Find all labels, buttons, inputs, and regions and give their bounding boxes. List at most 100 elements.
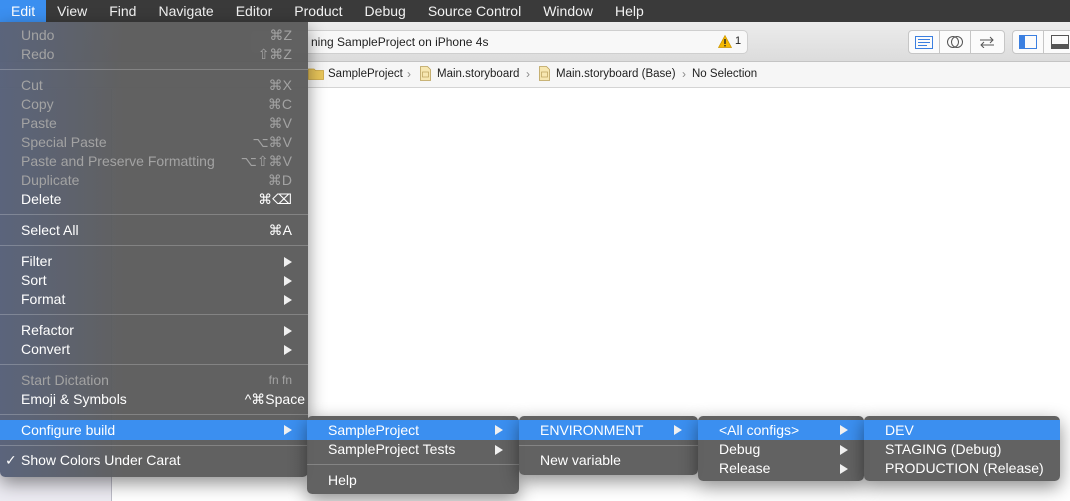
submenu-arrow-icon	[674, 425, 682, 435]
activity-status-text: ning SampleProject on iPhone 4s	[311, 35, 489, 49]
breadcrumb-storyboard-base[interactable]: Main.storyboard (Base)	[556, 68, 676, 80]
breadcrumb-separator: ›	[407, 67, 411, 81]
shortcut: ⌘X	[268, 77, 292, 93]
menu-debug[interactable]: Debug	[354, 0, 417, 22]
submenu-arrow-icon	[284, 257, 292, 267]
checkmark-icon: ✓	[5, 452, 17, 468]
menu-item-sort[interactable]: Sort	[0, 271, 308, 290]
edit-menu-dropdown: Undo ⌘Z Redo ⇧⌘Z Cut ⌘X Copy ⌘C Paste ⌘V…	[0, 22, 308, 477]
menu-navigate[interactable]: Navigate	[147, 0, 224, 22]
shortcut: fn fn	[268, 373, 292, 387]
menu-separator	[0, 364, 308, 365]
submenu-arrow-icon	[284, 326, 292, 336]
menu-item-undo[interactable]: Undo ⌘Z	[0, 26, 308, 45]
shortcut: ⌘D	[267, 172, 292, 188]
editor-mode-segmented-control	[908, 30, 1005, 54]
shortcut: ⌥⌘V	[252, 134, 292, 150]
menu-item-environment[interactable]: ENVIRONMENT	[519, 420, 698, 440]
submenu-arrow-icon	[840, 445, 848, 455]
menu-item-staging-debug[interactable]: STAGING (Debug)	[864, 440, 1060, 459]
menu-item-filter[interactable]: Filter	[0, 252, 308, 271]
menu-item-convert[interactable]: Convert	[0, 340, 308, 359]
target-submenu: ENVIRONMENT New variable	[519, 416, 698, 475]
menu-separator	[0, 314, 308, 315]
menu-help[interactable]: Help	[604, 0, 655, 22]
menu-separator	[307, 464, 519, 465]
menu-separator	[519, 445, 698, 446]
menu-item-paste-preserve-formatting[interactable]: Paste and Preserve Formatting ⌥⇧⌘V	[0, 152, 308, 171]
shortcut: ⌘A	[268, 222, 292, 238]
menu-source-control[interactable]: Source Control	[417, 0, 532, 22]
menu-item-refactor[interactable]: Refactor	[0, 321, 308, 340]
submenu-arrow-icon	[495, 425, 503, 435]
shortcut: ^⌘Space	[244, 391, 305, 407]
menu-item-release-config[interactable]: Release	[698, 459, 864, 478]
menu-separator	[0, 414, 308, 415]
menu-item-copy[interactable]: Copy ⌘C	[0, 95, 308, 114]
breadcrumb-separator: ›	[526, 67, 530, 81]
configure-build-submenu: SampleProject SampleProject Tests Help	[307, 416, 519, 494]
menu-item-debug-config[interactable]: Debug	[698, 440, 864, 459]
submenu-arrow-icon	[840, 425, 848, 435]
menu-item-redo[interactable]: Redo ⇧⌘Z	[0, 45, 308, 64]
menu-item-emoji-symbols[interactable]: Emoji & Symbols ^⌘Space	[0, 390, 308, 409]
menu-find[interactable]: Find	[98, 0, 147, 22]
menu-item-production-release[interactable]: PRODUCTION (Release)	[864, 459, 1060, 478]
storyboard-file-icon	[420, 66, 431, 81]
menu-separator	[0, 445, 308, 446]
breadcrumb-storyboard[interactable]: Main.storyboard	[437, 68, 519, 80]
menu-item-special-paste[interactable]: Special Paste ⌥⌘V	[0, 133, 308, 152]
menu-item-configure-build[interactable]: Configure build	[0, 420, 308, 440]
menu-item-duplicate[interactable]: Duplicate ⌘D	[0, 171, 308, 190]
menu-item-all-configs[interactable]: <All configs>	[698, 420, 864, 440]
submenu-arrow-icon	[284, 345, 292, 355]
shortcut: ⌘Z	[269, 27, 292, 43]
menu-item-paste[interactable]: Paste ⌘V	[0, 114, 308, 133]
menu-bar: Edit View Find Navigate Editor Product D…	[0, 0, 1070, 22]
breadcrumb-project[interactable]: SampleProject	[328, 68, 403, 80]
shortcut: ⌘C	[267, 96, 292, 112]
menu-view[interactable]: View	[46, 0, 98, 22]
menu-edit[interactable]: Edit	[0, 0, 47, 22]
menu-item-help[interactable]: Help	[307, 471, 519, 490]
menu-item-cut[interactable]: Cut ⌘X	[0, 76, 308, 95]
menu-item-start-dictation[interactable]: Start Dictation fn fn	[0, 371, 308, 390]
debug-area-toggle-icon[interactable]	[1044, 31, 1070, 53]
menu-separator	[0, 214, 308, 215]
submenu-arrow-icon	[840, 464, 848, 474]
menu-item-sampleproject-tests[interactable]: SampleProject Tests	[307, 440, 519, 459]
menu-item-new-variable[interactable]: New variable	[519, 451, 698, 470]
submenu-arrow-icon	[284, 276, 292, 286]
storyboard-file-icon	[539, 66, 550, 81]
menu-item-dev[interactable]: DEV	[864, 420, 1060, 440]
menu-separator	[0, 245, 308, 246]
submenu-arrow-icon	[495, 445, 503, 455]
menu-editor[interactable]: Editor	[225, 0, 284, 22]
menu-item-format[interactable]: Format	[0, 290, 308, 309]
menu-product[interactable]: Product	[283, 0, 353, 22]
menu-item-delete[interactable]: Delete ⌘⌫	[0, 190, 308, 209]
menu-separator	[0, 69, 308, 70]
breadcrumb-separator: ›	[682, 67, 686, 81]
menu-window[interactable]: Window	[532, 0, 604, 22]
version-editor-icon[interactable]	[971, 31, 1002, 53]
menu-item-sampleproject[interactable]: SampleProject	[307, 420, 519, 440]
assistant-editor-icon[interactable]	[940, 31, 971, 53]
standard-editor-icon[interactable]	[909, 31, 940, 53]
shortcut: ⌥⇧⌘V	[240, 153, 292, 169]
navigator-toggle-icon[interactable]	[1013, 31, 1044, 53]
warning-count[interactable]: 1	[735, 35, 741, 47]
warning-icon[interactable]	[718, 35, 732, 48]
submenu-arrow-icon	[284, 295, 292, 305]
view-toggle-segmented-control	[1012, 30, 1070, 54]
shortcut: ⇧⌘Z	[257, 46, 292, 62]
activity-viewer: ning SampleProject on iPhone 4s 1	[250, 30, 748, 54]
environment-values-submenu: DEV STAGING (Debug) PRODUCTION (Release)	[864, 416, 1060, 481]
folder-icon	[308, 68, 324, 80]
shortcut: ⌘⌫	[258, 191, 292, 207]
menu-item-show-colors-under-carat[interactable]: ✓ Show Colors Under Carat	[0, 451, 308, 470]
menu-item-select-all[interactable]: Select All ⌘A	[0, 221, 308, 240]
shortcut: ⌘V	[268, 115, 292, 131]
submenu-arrow-icon	[284, 425, 292, 435]
breadcrumb-no-selection[interactable]: No Selection	[692, 68, 757, 80]
